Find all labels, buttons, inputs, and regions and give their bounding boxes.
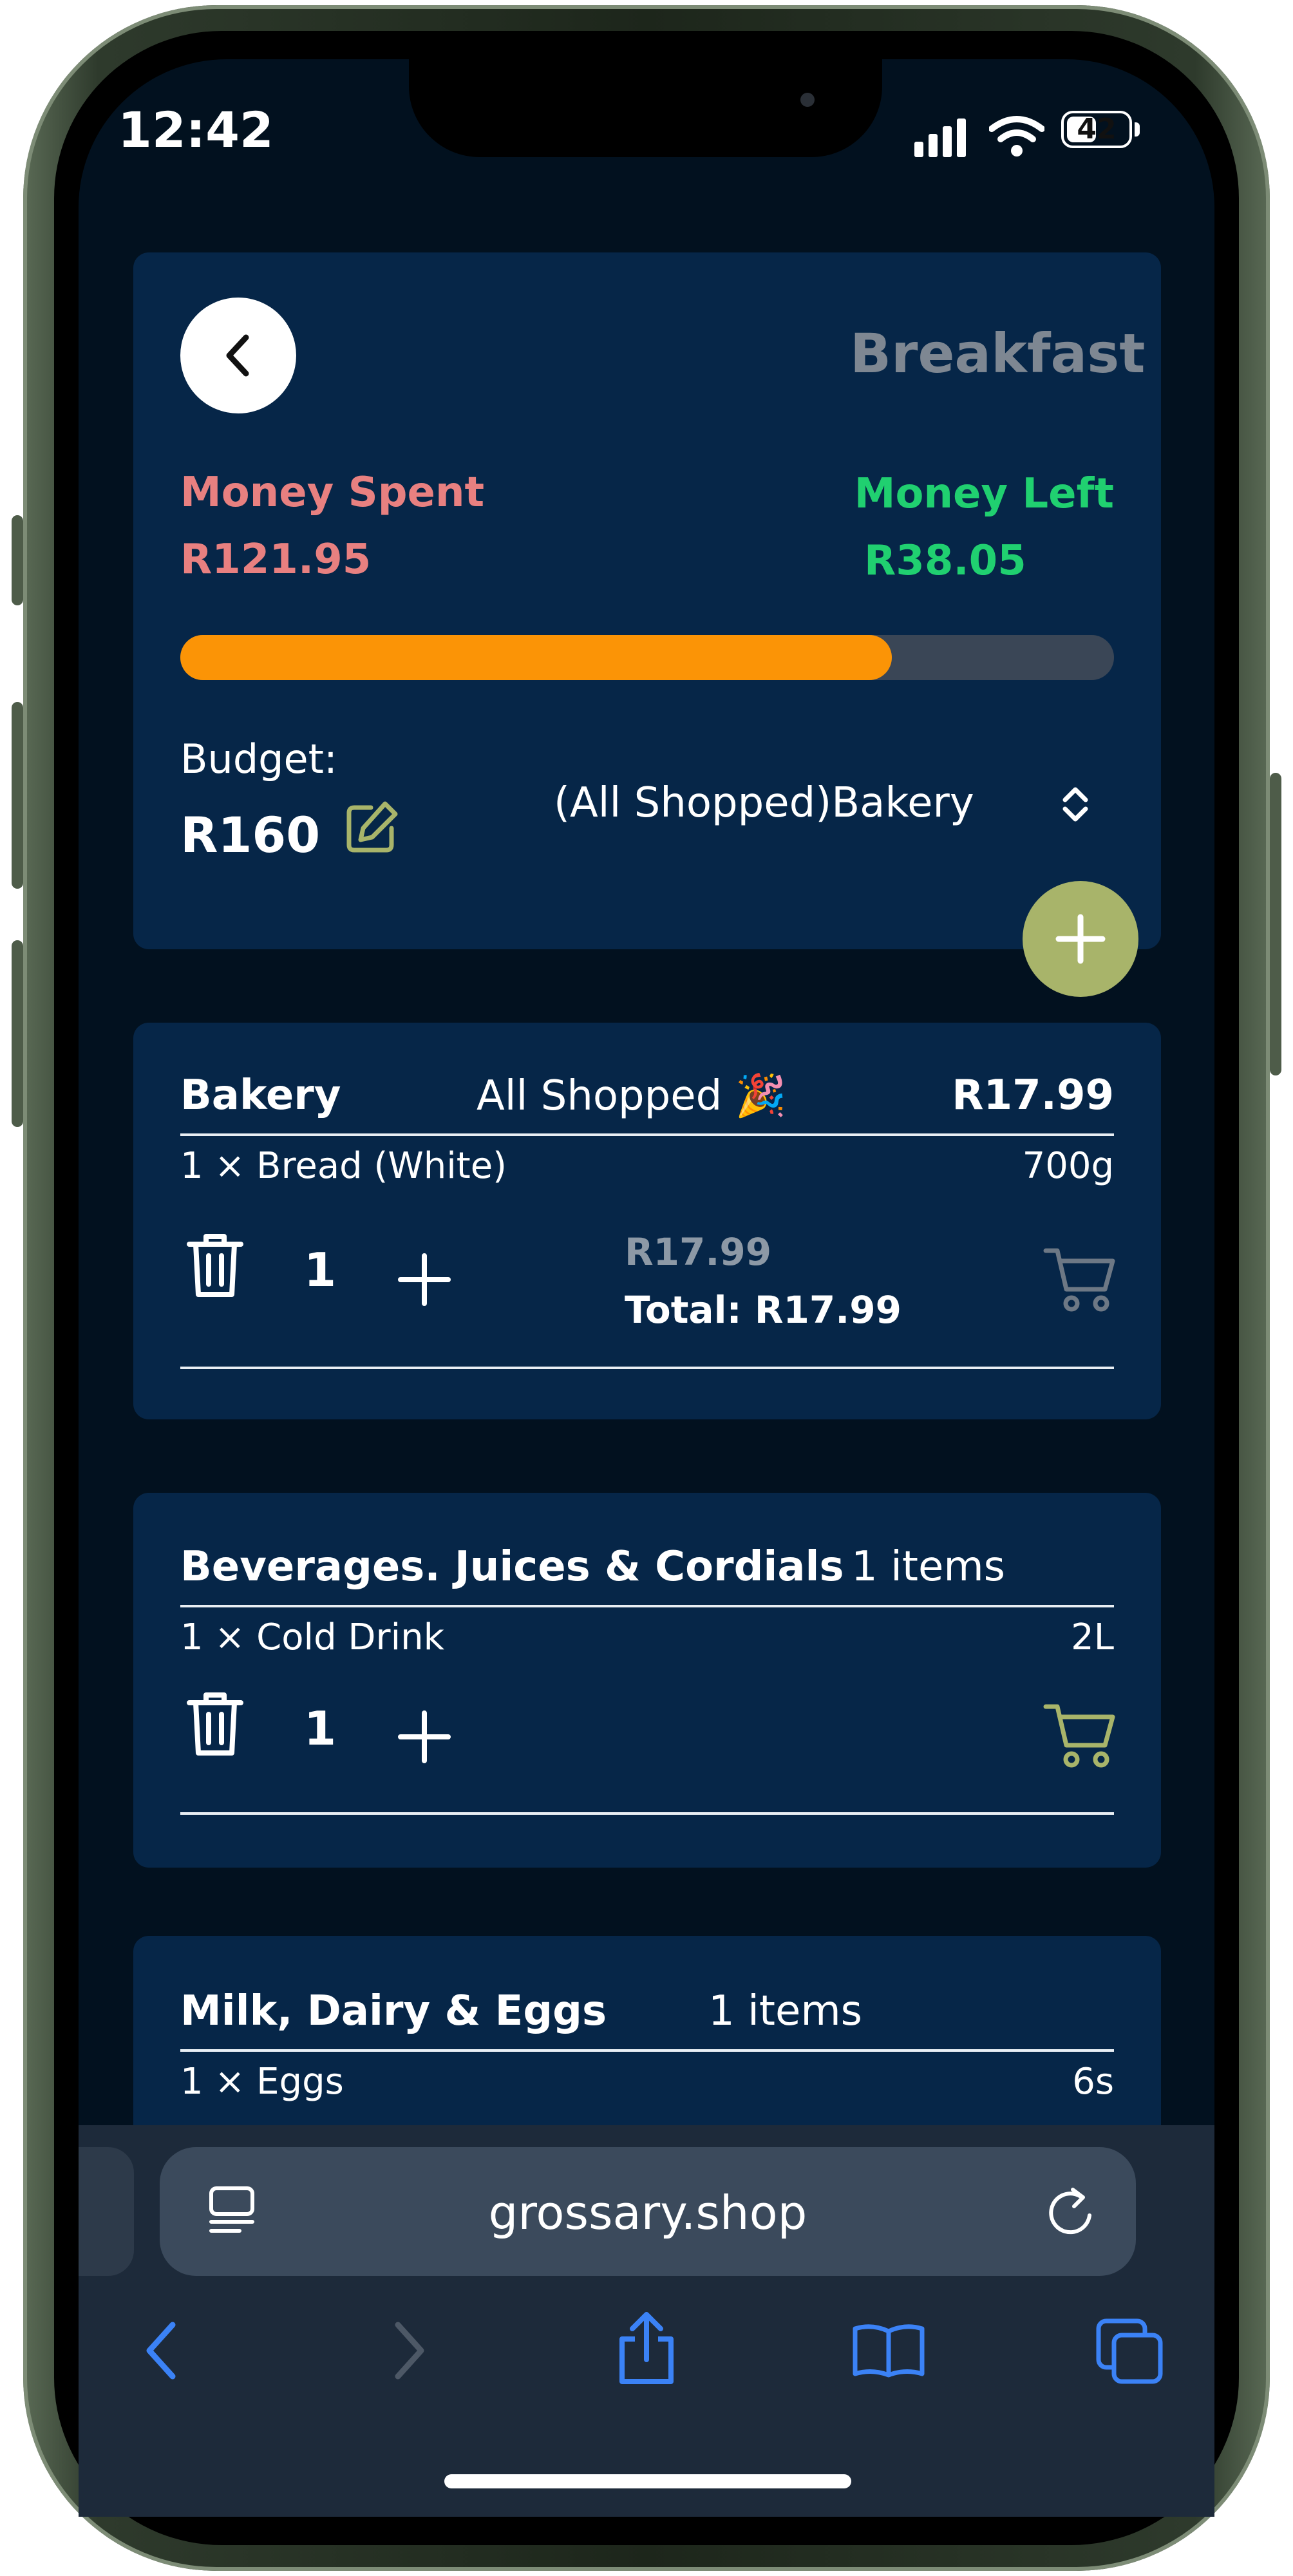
bookmarks-icon[interactable] [851, 2321, 926, 2379]
page-title: Breakfast [850, 322, 1146, 385]
home-indicator [444, 2474, 851, 2488]
unit-price: R17.99 [625, 1230, 772, 1274]
budget-value: R160 [180, 806, 321, 864]
category-name: Bakery [180, 1072, 341, 1119]
item-size: 6s [1072, 2061, 1114, 2103]
item-size: 700g [1022, 1145, 1114, 1187]
battery-cap [1135, 122, 1140, 137]
divider [180, 1605, 1114, 1607]
share-icon[interactable] [613, 2309, 680, 2387]
volume-up-button [12, 702, 23, 889]
tabs-icon[interactable] [1095, 2317, 1166, 2385]
select-chevron-icon[interactable] [1056, 782, 1095, 827]
cart-icon[interactable] [1043, 1243, 1118, 1314]
money-left-value: R38.05 [864, 537, 1026, 585]
category-name: Beverages. Juices & Cordials [180, 1543, 844, 1591]
wifi-icon [989, 116, 1044, 156]
item-line: 1 × Bread (White) [180, 1145, 507, 1187]
item-line: 1 × Cold Drink [180, 1616, 445, 1658]
category-status: 1 items [851, 1543, 1005, 1591]
trash-icon[interactable] [184, 1689, 246, 1759]
category-select[interactable]: (All Shopped)Bakery [554, 779, 974, 827]
category-total: R17.99 [952, 1072, 1114, 1119]
status-time: 12:42 [118, 101, 274, 158]
url-text[interactable]: grossary.shop [160, 2186, 1136, 2240]
divider [180, 1133, 1114, 1136]
reload-icon[interactable] [1043, 2183, 1097, 2241]
volume-down-button [12, 940, 23, 1127]
increment-plus-icon[interactable] [395, 1251, 453, 1309]
budget-progress-bar [180, 635, 1114, 680]
divider [180, 1367, 1114, 1369]
divider [180, 1812, 1114, 1815]
money-spent-label: Money Spent [180, 469, 485, 516]
item-size: 2L [1071, 1616, 1114, 1658]
category-status: All Shopped 🎉 [477, 1072, 787, 1120]
edit-icon[interactable] [343, 799, 401, 857]
battery-icon: 42 [1061, 111, 1132, 148]
money-left-label: Money Left [854, 470, 1114, 518]
previous-tab-preview[interactable] [79, 2147, 134, 2276]
back-button[interactable] [180, 298, 296, 413]
forward-nav-icon[interactable] [386, 2318, 431, 2383]
power-button [1270, 773, 1281, 1075]
line-total: Total: R17.99 [625, 1288, 901, 1332]
budget-label: Budget: [180, 735, 337, 782]
divider [180, 2049, 1114, 2052]
increment-plus-icon[interactable] [395, 1708, 453, 1766]
money-spent-value: R121.95 [180, 536, 372, 583]
notch [409, 59, 882, 157]
cart-icon[interactable] [1043, 1699, 1118, 1770]
trash-icon[interactable] [184, 1230, 246, 1301]
quantity-value: 1 [304, 1243, 337, 1297]
mute-switch [12, 515, 23, 605]
back-nav-icon[interactable] [139, 2318, 184, 2383]
battery-level: 42 [1077, 113, 1117, 146]
back-chevron-icon [226, 334, 249, 377]
category-name: Milk, Dairy & Eggs [180, 1987, 607, 2035]
item-line: 1 × Eggs [180, 2061, 344, 2103]
quantity-value: 1 [304, 1701, 337, 1756]
add-item-button[interactable] [1023, 881, 1138, 997]
camera-dot [800, 93, 815, 107]
budget-progress-fill [180, 635, 892, 680]
category-status: 1 items [708, 1987, 862, 2035]
plus-icon [1055, 914, 1106, 964]
